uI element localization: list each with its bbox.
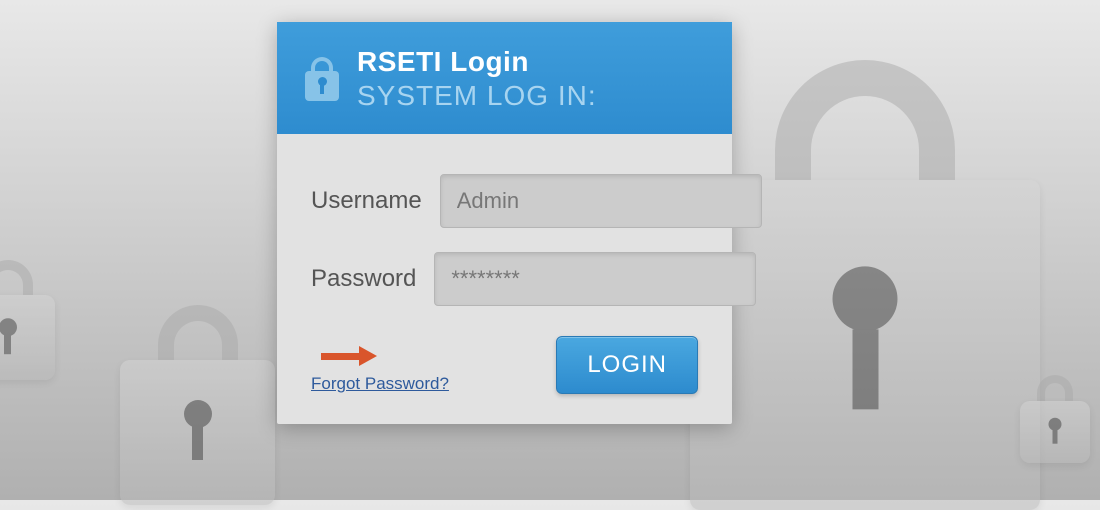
login-header: RSETI Login SYSTEM LOG IN: [277, 22, 732, 134]
login-card: RSETI Login SYSTEM LOG IN: Username Pass… [277, 22, 732, 424]
forgot-password-link[interactable]: Forgot Password? [311, 374, 449, 393]
login-body: Username Password Forgot Password? LOGIN [277, 134, 732, 424]
username-label: Username [311, 187, 422, 215]
login-title: RSETI Login [357, 46, 597, 78]
background-lock-decoration [1020, 375, 1090, 463]
username-row: Username [311, 174, 698, 228]
background-lock-decoration [120, 305, 275, 505]
lock-icon [305, 57, 339, 101]
password-row: Password [311, 252, 698, 306]
login-subtitle: SYSTEM LOG IN: [357, 80, 597, 112]
login-button[interactable]: LOGIN [556, 336, 698, 394]
background-lock-decoration [0, 260, 55, 380]
username-input[interactable] [440, 174, 762, 228]
password-input[interactable] [434, 252, 756, 306]
arrow-right-icon [321, 346, 377, 366]
login-footer: Forgot Password? LOGIN [311, 336, 698, 394]
password-label: Password [311, 265, 416, 293]
